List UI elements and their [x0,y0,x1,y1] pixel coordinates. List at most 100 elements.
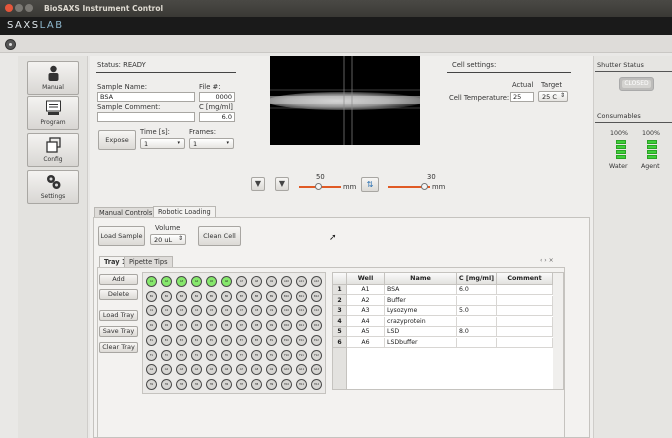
table-cell-well[interactable]: A4 [347,316,385,327]
expose-button[interactable]: Expose [98,130,136,150]
table-cell-comment[interactable] [497,295,553,306]
well-F3[interactable]: F3 [176,349,187,361]
well-D11[interactable]: D11 [296,320,307,332]
well-C9[interactable]: C9 [266,305,277,317]
concentration-input[interactable]: 6.0 [199,112,235,122]
well-E1[interactable]: E1 [146,334,157,346]
well-H7[interactable]: H7 [236,378,247,390]
well-E4[interactable]: E4 [191,334,202,346]
well-D7[interactable]: D7 [236,320,247,332]
well-G11[interactable]: G11 [296,364,307,376]
well-E9[interactable]: E9 [266,334,277,346]
move-down-button[interactable]: ▼ [251,177,265,191]
table-cell-well[interactable]: A3 [347,306,385,316]
well-G6[interactable]: G6 [221,364,232,376]
table-cell-conc[interactable]: 8.0 [457,327,497,337]
nav-program-button[interactable]: Program [27,96,79,130]
well-B7[interactable]: B7 [236,290,247,302]
table-cell-comment[interactable] [497,337,553,348]
table-cell-comment[interactable] [497,285,553,295]
well-A12[interactable]: A12 [311,276,322,287]
well-H8[interactable]: H8 [251,378,262,390]
table-cell-conc[interactable] [457,337,497,348]
well-H4[interactable]: H4 [191,378,202,390]
well-A2[interactable]: A2 [161,276,172,287]
load-tray-button[interactable]: Load Tray [99,310,138,321]
well-G12[interactable]: G12 [311,364,322,376]
table-cell-well[interactable]: A5 [347,327,385,337]
well-D8[interactable]: D8 [251,320,262,332]
well-F11[interactable]: F11 [296,349,307,361]
time-select[interactable]: 1 ▾ [140,138,185,149]
minimize-window-button[interactable] [15,4,23,12]
well-B9[interactable]: B9 [266,290,277,302]
frames-select[interactable]: 1 ▾ [189,138,234,149]
well-C2[interactable]: C2 [161,305,172,317]
table-cell-comment[interactable] [497,316,553,327]
well-H12[interactable]: H12 [311,378,322,390]
row-number[interactable]: 3 [333,306,347,316]
well-G1[interactable]: G1 [146,364,157,376]
table-cell-name[interactable]: crazyprotein [385,316,457,327]
well-E5[interactable]: E5 [206,334,217,346]
well-F12[interactable]: F12 [311,349,322,361]
table-cell-conc[interactable] [457,295,497,306]
well-D2[interactable]: D2 [161,320,172,332]
well-H10[interactable]: H10 [281,378,292,390]
row-number[interactable]: 2 [333,295,347,306]
well-B12[interactable]: B12 [311,290,322,302]
well-F5[interactable]: F5 [206,349,217,361]
swap-button[interactable]: ⇅ [361,177,379,192]
clear-tray-button[interactable]: Clear Tray [99,342,138,353]
tab-bar-controls[interactable]: ‹ › × [540,257,554,264]
well-H2[interactable]: H2 [161,378,172,390]
file-number-input[interactable]: 0000 [199,92,235,102]
well-H6[interactable]: H6 [221,378,232,390]
slider-handle[interactable] [315,183,322,190]
well-F7[interactable]: F7 [236,349,247,361]
column-header-well[interactable]: Well [347,273,385,285]
well-E10[interactable]: E10 [281,334,292,346]
table-cell-conc[interactable]: 5.0 [457,306,497,316]
well-G7[interactable]: G7 [236,364,247,376]
table-cell-name[interactable]: Buffer [385,295,457,306]
well-C4[interactable]: C4 [191,305,202,317]
well-A6[interactable]: A6 [221,276,232,287]
well-A5[interactable]: A5 [206,276,217,287]
well-B6[interactable]: B6 [221,290,232,302]
well-C8[interactable]: C8 [251,305,262,317]
row-number[interactable]: 4 [333,316,347,327]
well-D4[interactable]: D4 [191,320,202,332]
well-B11[interactable]: B11 [296,290,307,302]
table-cell-well[interactable]: A1 [347,285,385,295]
sample-comment-input[interactable] [97,112,195,122]
well-F9[interactable]: F9 [266,349,277,361]
well-H9[interactable]: H9 [266,378,277,390]
well-H11[interactable]: H11 [296,378,307,390]
well-A11[interactable]: A11 [296,276,307,287]
well-B3[interactable]: B3 [176,290,187,302]
well-H1[interactable]: H1 [146,378,157,390]
well-B10[interactable]: B10 [281,290,292,302]
well-G3[interactable]: G3 [176,364,187,376]
clean-cell-button[interactable]: Clean Cell [198,226,241,246]
position-slider-1[interactable] [299,183,341,190]
sample-name-input[interactable]: BSA [97,92,195,102]
table-cell-comment[interactable] [497,327,553,337]
well-A7[interactable]: A7 [236,276,247,287]
add-button[interactable]: Add [99,274,138,285]
table-cell-well[interactable]: A2 [347,295,385,306]
well-D1[interactable]: D1 [146,320,157,332]
well-H3[interactable]: H3 [176,378,187,390]
column-header-name[interactable]: Name [385,273,457,285]
table-cell-name[interactable]: BSA [385,285,457,295]
row-number[interactable]: 6 [333,337,347,348]
well-C11[interactable]: C11 [296,305,307,317]
well-E8[interactable]: E8 [251,334,262,346]
well-E7[interactable]: E7 [236,334,247,346]
well-D3[interactable]: D3 [176,320,187,332]
well-B1[interactable]: B1 [146,290,157,302]
move-down-button-2[interactable]: ▼ [275,177,289,191]
table-cell-comment[interactable] [497,306,553,316]
well-G4[interactable]: G4 [191,364,202,376]
